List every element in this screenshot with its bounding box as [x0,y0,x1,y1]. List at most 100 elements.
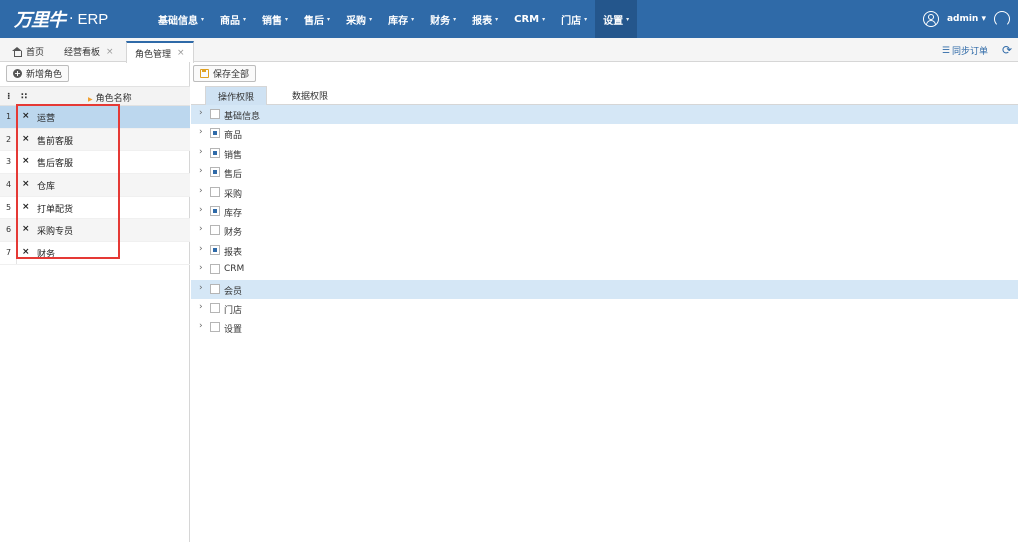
page-tab-0[interactable]: 首页 [4,41,52,62]
role-name: 财务 [37,250,56,261]
role-row[interactable]: 5 × 打单配货 [0,196,190,220]
chevron-down-icon: ▾ [626,15,630,23]
permission-checkbox[interactable] [210,225,220,236]
permission-checkbox[interactable] [210,205,220,216]
nav-item-8[interactable]: CRM ▾ [506,0,553,38]
close-tab-icon[interactable]: × [106,47,114,57]
sync-orders-label: 同步订单 [951,47,988,57]
permission-checkbox[interactable] [210,128,220,139]
chevron-right-icon[interactable]: › [199,244,203,254]
chevron-right-icon[interactable]: › [199,166,203,176]
permission-node: › 报表 [191,241,1018,260]
delete-role-icon[interactable]: × [22,179,30,189]
nav-item-5[interactable]: 库存 ▾ [380,0,422,38]
chevron-down-icon: ▾ [542,15,546,23]
role-row[interactable]: 6 × 采购专员 [0,219,190,243]
permission-checkbox[interactable] [210,264,220,275]
permission-checkbox[interactable] [210,109,220,119]
permission-checkbox[interactable] [210,147,220,158]
delete-role-icon[interactable]: × [22,156,30,166]
role-name: 售后客服 [37,159,74,170]
permission-panel: 保存全部 操作权限 数据权限 › 基础信息 › 商品 › 销售 › 售后 › 采购 › 库存 › 财务 › 报表… [191,62,1018,542]
nav-item-label: 采购 [346,15,367,27]
logo-dot: · [69,11,74,27]
permission-tab-1[interactable]: 数据权限 [277,86,343,105]
permission-label: 商品 [224,131,243,142]
main-menu: 基础信息 ▾ 商品 ▾ 销售 ▾ 售后 ▾ 采购 ▾ 库存 ▾ 财务 ▾ 报表 ▾ CRM ▾ 门店 ▾ 设置 ▾ [150,0,638,38]
nav-item-1[interactable]: 商品 ▾ [212,0,254,38]
chevron-right-icon[interactable]: › [199,321,203,331]
nav-item-9[interactable]: 门店 ▾ [553,0,595,38]
nav-item-3[interactable]: 售后 ▾ [296,0,338,38]
column-divider [16,196,17,219]
permission-checkbox[interactable] [210,322,220,333]
user-menu[interactable]: admin ▾ [947,14,986,24]
permission-node: › 商品 [191,124,1018,143]
user-avatar-icon[interactable] [922,11,939,27]
permission-checkbox[interactable] [210,283,220,294]
chevron-right-icon[interactable]: › [199,263,203,273]
delete-role-icon[interactable]: × [22,247,30,257]
permission-checkbox[interactable] [210,186,220,197]
app-logo[interactable]: 万里牛 · ERP [14,8,108,31]
chevron-down-icon: ▾ [327,15,331,23]
page-tab-label: 首页 [26,48,45,58]
role-row[interactable]: 7 × 财务 [0,242,190,265]
nav-item-label: 库存 [388,15,409,27]
page-tab-label: 经营看板 [64,48,101,58]
refresh-icon[interactable]: ⟳ [1002,43,1012,57]
nav-item-6[interactable]: 财务 ▾ [422,0,464,38]
nav-item-7[interactable]: 报表 ▾ [464,0,506,38]
delete-role-icon[interactable]: × [22,202,30,212]
chevron-right-icon[interactable]: › [199,224,203,234]
permission-tabs: 操作权限 数据权限 [191,86,1018,105]
row-number-header-icon[interactable]: ⁝ [7,92,10,102]
chevron-right-icon[interactable]: › [199,283,203,293]
sync-orders-button[interactable]: ☰ 同步订单 [942,44,988,58]
nav-item-4[interactable]: 采购 ▾ [338,0,380,38]
chevron-right-icon[interactable]: › [199,205,203,215]
delete-role-icon[interactable]: × [22,111,30,121]
close-tab-icon[interactable]: × [177,48,185,58]
role-row[interactable]: 2 × 售前客服 [0,128,190,152]
permission-checkbox[interactable] [210,302,220,313]
chevron-right-icon[interactable]: › [199,186,203,196]
role-row[interactable]: 1 × 运营 [0,106,190,129]
nav-item-0[interactable]: 基础信息 ▾ [150,0,212,38]
nav-item-10[interactable]: 设置 ▾ [595,0,638,38]
add-role-button[interactable]: + 新增角色 [6,65,70,82]
permission-node: › 设置 [191,318,1018,337]
chevron-right-icon[interactable]: › [199,147,203,157]
role-row[interactable]: 3 × 售后客服 [0,151,190,175]
permission-tab-0[interactable]: 操作权限 [205,86,267,105]
permission-checkbox[interactable] [210,244,220,255]
permission-node: › 基础信息 [191,105,1018,125]
chevron-right-icon[interactable]: › [199,302,203,312]
column-menu-icon[interactable]: ∷ [21,92,27,102]
role-name: 仓库 [37,182,56,193]
save-all-button[interactable]: 保存全部 [193,65,257,82]
role-list-panel: + 新增角色 ⁝ ∷ ▶ 角色名称 1 × 运营 2 × 售前客服 3 × 售后客服 4 × 仓库 5 × 打… [0,62,190,542]
page-tab-1[interactable]: 经营看板 × [56,41,122,62]
chevron-down-icon: ▾ [584,15,588,23]
chevron-right-icon[interactable]: › [199,127,203,137]
role-row[interactable]: 4 × 仓库 [0,174,190,197]
nav-item-label: 门店 [561,15,582,27]
nav-item-2[interactable]: 销售 ▾ [254,0,296,38]
chevron-right-icon[interactable]: › [199,108,203,118]
permission-label: 门店 [224,305,243,316]
delete-role-icon[interactable]: × [22,134,30,144]
chevron-down-icon: ▾ [243,15,247,23]
row-number: 3 [6,157,12,167]
permission-checkbox[interactable] [210,167,220,178]
page-tab-2[interactable]: 角色管理 × [126,41,194,63]
permission-label: 会员 [224,286,243,297]
top-navigation-bar: 万里牛 · ERP 基础信息 ▾ 商品 ▾ 销售 ▾ 售后 ▾ 采购 ▾ 库存 ▾ 财务 ▾ 报表 ▾ CRM ▾… [0,0,1018,38]
chevron-down-icon: ▾ [495,15,499,23]
permission-node: › 销售 [191,144,1018,163]
column-divider [16,174,17,196]
role-name-column-header[interactable]: ▶ 角色名称 [88,91,132,104]
role-grid-body: 1 × 运营 2 × 售前客服 3 × 售后客服 4 × 仓库 5 × 打单配货 6 × 采购专员 7 × 财务 [0,106,190,265]
delete-role-icon[interactable]: × [22,224,30,234]
headset-icon[interactable] [994,11,1010,27]
